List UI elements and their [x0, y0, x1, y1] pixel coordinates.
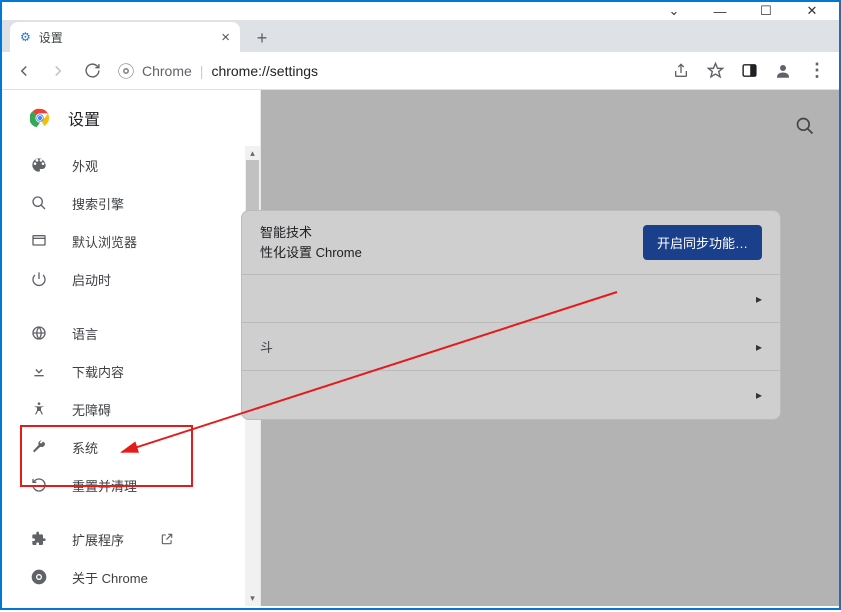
tab-title: 设置 — [39, 29, 63, 46]
sidebar-header: 设置 — [2, 90, 260, 146]
main-header — [261, 102, 839, 150]
card-head-line2: 性化设置 Chrome — [260, 243, 362, 263]
chrome-logo-icon — [30, 108, 50, 128]
sidebar-item-accessibility[interactable]: 无障碍 — [2, 390, 260, 428]
address-url: chrome://settings — [211, 63, 318, 79]
address-app-label: Chrome — [142, 63, 192, 79]
download-icon — [30, 363, 48, 379]
sidebar-separator — [2, 298, 260, 314]
window-dropdown-button[interactable]: ⌄ — [651, 2, 697, 20]
sidebar-item-label: 下载内容 — [72, 362, 124, 381]
scroll-up-icon[interactable]: ▴ — [245, 146, 260, 161]
sidebar-title: 设置 — [68, 106, 100, 130]
sidebar-item-startup[interactable]: 启动时 — [2, 260, 260, 298]
menu-button[interactable]: ⋮ — [803, 57, 831, 85]
browser-icon — [30, 233, 48, 249]
sidebar-scroll: 外观 搜索引擎 默认浏览器 启动时 语言 下载内容 — [2, 146, 260, 606]
search-icon — [30, 195, 48, 211]
gear-icon: ⚙ — [20, 30, 31, 44]
sidebar-item-label: 扩展程序 — [72, 530, 124, 549]
chrome-icon — [118, 63, 134, 79]
wrench-icon — [30, 439, 48, 455]
sidebar-item-label: 搜索引擎 — [72, 194, 124, 213]
sidebar-item-languages[interactable]: 语言 — [2, 314, 260, 352]
bookmark-button[interactable] — [701, 57, 729, 85]
sidebar-item-label: 重置并清理 — [72, 476, 137, 495]
enable-sync-button[interactable]: 开启同步功能… — [643, 225, 762, 260]
tab-settings[interactable]: ⚙ 设置 × — [10, 22, 240, 52]
sidebar-item-label: 无障碍 — [72, 400, 111, 419]
chevron-right-icon: ▸ — [756, 292, 762, 306]
sidebar-item-downloads[interactable]: 下载内容 — [2, 352, 260, 390]
sidebar-item-extensions[interactable]: 扩展程序 — [2, 520, 260, 558]
address-separator: | — [200, 63, 204, 79]
reload-button[interactable] — [78, 57, 106, 85]
forward-button[interactable] — [44, 57, 72, 85]
restore-icon — [30, 477, 48, 493]
tab-close-button[interactable]: × — [221, 29, 230, 46]
sidebar-item-search[interactable]: 搜索引擎 — [2, 184, 260, 222]
sidebar-item-label: 启动时 — [72, 270, 111, 289]
chrome-icon — [30, 569, 48, 585]
sidebar-item-reset[interactable]: 重置并清理 — [2, 466, 260, 504]
window-titlebar: ⌄ — ☐ ✕ — [2, 2, 839, 20]
browser-toolbar: Chrome | chrome://settings ⋮ — [2, 52, 839, 90]
window-maximize-button[interactable]: ☐ — [743, 2, 789, 20]
palette-icon — [30, 157, 48, 173]
sidebar-item-label: 关于 Chrome — [72, 568, 148, 587]
card-head-line1: 智能技术 — [260, 223, 362, 243]
address-bar[interactable]: Chrome | chrome://settings — [112, 56, 661, 86]
chevron-right-icon: ▸ — [756, 388, 762, 402]
card-row-1[interactable]: ▸ — [242, 275, 780, 323]
card-row-3[interactable]: ▸ — [242, 371, 780, 419]
back-button[interactable] — [10, 57, 38, 85]
settings-card: 智能技术 性化设置 Chrome 开启同步功能… ▸ 斗▸ ▸ — [241, 210, 781, 420]
external-link-icon — [160, 532, 174, 546]
card-sync-row: 智能技术 性化设置 Chrome 开启同步功能… — [242, 211, 780, 275]
card-row-2[interactable]: 斗▸ — [242, 323, 780, 371]
sidebar-item-label: 外观 — [72, 156, 98, 175]
sidebar-item-about[interactable]: 关于 Chrome — [2, 558, 260, 596]
sidebar-item-system[interactable]: 系统 — [2, 428, 260, 466]
side-panel-button[interactable] — [735, 57, 763, 85]
power-icon — [30, 271, 48, 287]
sidebar-separator — [2, 504, 260, 520]
sidebar-item-label: 语言 — [72, 324, 98, 343]
share-button[interactable] — [667, 57, 695, 85]
chevron-right-icon: ▸ — [756, 340, 762, 354]
sidebar-item-appearance[interactable]: 外观 — [2, 146, 260, 184]
window-minimize-button[interactable]: — — [697, 2, 743, 20]
content-area: 设置 外观 搜索引擎 默认浏览器 启动时 语言 — [2, 90, 839, 606]
settings-sidebar: 设置 外观 搜索引擎 默认浏览器 启动时 语言 — [2, 90, 261, 606]
profile-button[interactable] — [769, 57, 797, 85]
sidebar-item-label: 系统 — [72, 438, 98, 457]
new-tab-button[interactable]: + — [248, 24, 276, 52]
search-settings-button[interactable] — [795, 116, 815, 136]
main-panel: 智能技术 性化设置 Chrome 开启同步功能… ▸ 斗 ▸ ▸ — [261, 90, 839, 606]
globe-icon — [30, 325, 48, 341]
scroll-down-icon[interactable]: ▾ — [245, 591, 260, 606]
accessibility-icon — [30, 401, 48, 417]
tab-strip: ⚙ 设置 × + — [2, 20, 839, 52]
sidebar-item-default-browser[interactable]: 默认浏览器 — [2, 222, 260, 260]
puzzle-icon — [30, 531, 48, 547]
sidebar-item-label: 默认浏览器 — [72, 232, 137, 251]
window-close-button[interactable]: ✕ — [789, 2, 835, 20]
card-row-text: 斗 — [260, 337, 273, 356]
